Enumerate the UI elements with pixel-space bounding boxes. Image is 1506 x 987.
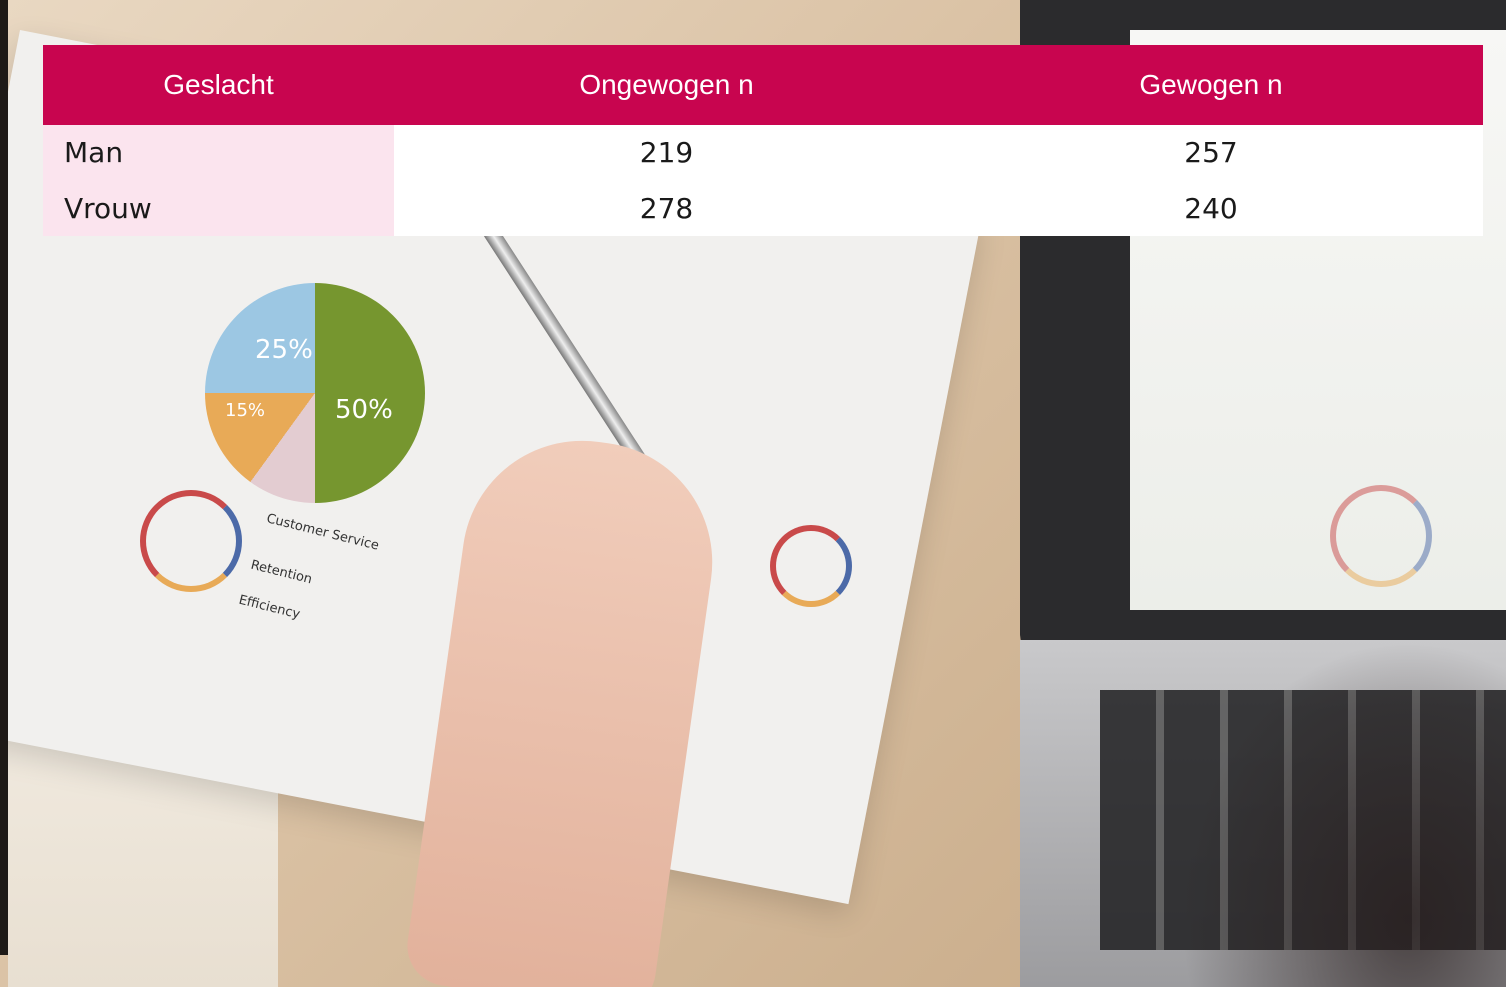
table-header-row: Geslacht Ongewogen n Gewogen n [43,45,1483,125]
table-row: Man 219 257 [43,125,1483,180]
cell-gewogen-n: 240 [1184,191,1238,225]
cell-gewogen-n: 257 [1184,136,1238,169]
left-dark-strip [0,0,8,955]
cell-geslacht: Vrouw [43,180,394,236]
table-row: Vrouw 278 240 [43,180,1483,236]
header-ongewogen-n: Ongewogen n [579,69,754,100]
person-shadow [1180,640,1506,987]
gender-table: Geslacht Ongewogen n Gewogen n Man 219 2… [43,45,1483,236]
cell-ongewogen-n: 278 [639,191,694,225]
ring-graphic [140,490,242,592]
pie-label-15: 15% [225,400,266,421]
cell-ongewogen-n: 219 [639,136,694,169]
ring-graphic [770,525,852,607]
pie-label-50: 50% [335,395,393,425]
pie-label-25: 25% [255,335,313,365]
cell-geslacht: Man [43,125,394,180]
pie-chart-graphic [205,283,425,503]
ring-graphic [1330,485,1432,587]
header-geslacht: Geslacht [163,69,274,100]
header-gewogen-n: Gewogen n [1139,69,1283,100]
